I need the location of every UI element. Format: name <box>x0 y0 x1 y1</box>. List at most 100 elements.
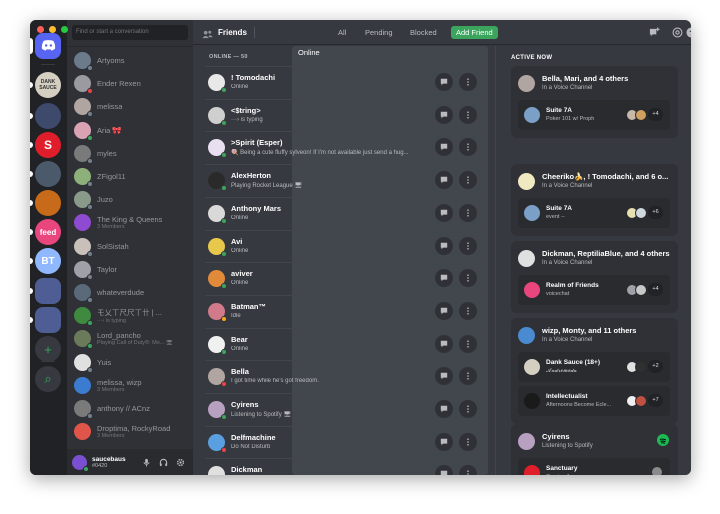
server-icon[interactable] <box>35 278 61 304</box>
search-input[interactable]: Find or start a conversation <box>72 25 188 40</box>
friend-row[interactable]: Delfmachine Do Not Disturb <box>205 425 485 458</box>
close-window-button[interactable] <box>37 26 44 33</box>
server-icon[interactable] <box>35 307 61 333</box>
more-vertical-icon[interactable] <box>459 465 477 475</box>
mention-icon[interactable] <box>672 27 683 38</box>
mic-icon[interactable] <box>142 458 151 467</box>
explore-icon[interactable]: ⌕ <box>35 366 61 392</box>
activity-card[interactable]: Cheeriko🍌, ! Tomodachi, and 6 o... In a V… <box>511 164 678 236</box>
message-icon[interactable] <box>435 236 453 255</box>
more-vertical-icon[interactable] <box>459 138 477 157</box>
friend-row[interactable]: ! Tomodachi Online <box>205 66 485 98</box>
avatar[interactable] <box>72 454 89 472</box>
message-icon[interactable] <box>435 73 453 91</box>
dm-item[interactable]: Ender Rexen <box>72 73 190 95</box>
server-icon[interactable] <box>35 161 61 187</box>
server-icon[interactable] <box>35 190 61 216</box>
message-icon[interactable] <box>435 465 453 475</box>
friend-row[interactable]: Bear Online <box>205 327 485 360</box>
dm-text: Aria 🎀 <box>97 126 122 135</box>
server-icon[interactable]: DANK SAUCE <box>35 72 61 98</box>
dm-item[interactable]: melissa <box>72 96 190 118</box>
dm-item[interactable]: Aria 🎀 <box>72 120 190 141</box>
gear-icon[interactable] <box>176 458 185 467</box>
add-server-button[interactable]: + <box>35 336 61 362</box>
dm-text: SolSistah <box>97 242 129 251</box>
activity-card[interactable]: Dickman, ReptiliaBlue, and 4 others In a … <box>511 241 678 313</box>
tab-all[interactable]: All <box>333 26 351 39</box>
message-icon[interactable] <box>435 269 453 288</box>
dm-item[interactable]: Droptima, RockyRoad 3 Members <box>72 421 190 442</box>
dm-item[interactable]: The King & Queens 3 Members <box>72 212 190 233</box>
more-vertical-icon[interactable] <box>459 367 477 386</box>
message-icon[interactable] <box>435 334 453 353</box>
tab-blocked[interactable]: Blocked <box>405 26 442 39</box>
home-button[interactable] <box>35 33 61 59</box>
friend-row[interactable]: >Spirit (Esper) 🍭 Being a cute fluffy syl… <box>205 131 485 163</box>
message-icon[interactable] <box>435 105 453 124</box>
activity-card[interactable]: Bella, Mari, and 4 others In a Voice Chan… <box>511 66 678 138</box>
more-vertical-icon[interactable] <box>459 236 477 255</box>
more-vertical-icon[interactable] <box>459 269 477 288</box>
server-icon[interactable]: BT <box>35 248 61 274</box>
dm-text: melissa, wizp 3 Members <box>97 378 142 393</box>
friend-row[interactable]: Anthony Mars Online <box>205 196 485 229</box>
server-icon[interactable]: feed <box>35 219 61 245</box>
more-vertical-icon[interactable] <box>459 171 477 190</box>
voice-channel[interactable]: Suite 7A event -- +6 <box>518 198 670 228</box>
dm-item[interactable]: myles <box>72 143 190 164</box>
voice-channel[interactable]: Dank Sauce (18+) 𝓐𝓷𝓭𝓻𝓸𝓶𝓮𝓭𝓪 +2 <box>518 352 670 382</box>
dm-item[interactable]: SolSistah <box>72 236 190 257</box>
add-friend-button[interactable]: Add Friend <box>451 26 498 39</box>
dm-item[interactable]: melissa, wizp 3 Members <box>72 375 190 396</box>
dm-item[interactable]: モ乂ㄒ尺尺ㄒ卄 | ... ···› is typing <box>72 305 190 327</box>
activity-card[interactable]: Cyirens Listening to Spotify Sanctuary Gami… <box>511 424 678 475</box>
message-icon[interactable] <box>435 171 453 190</box>
voice-channel[interactable]: Sanctuary Gaming 1 <box>518 458 670 475</box>
more-vertical-icon[interactable] <box>459 400 477 418</box>
dm-item[interactable]: Yuis <box>72 352 190 373</box>
activity-card[interactable]: wizp, Monty, and 11 others In a Voice Cha… <box>511 318 678 424</box>
headphones-icon[interactable] <box>159 458 168 467</box>
more-vertical-icon[interactable] <box>459 432 477 451</box>
friend-row[interactable]: Batman™ Idle <box>205 294 485 327</box>
dm-item[interactable]: ZFigol11 <box>72 166 190 187</box>
friend-row[interactable]: <$tring> ···› is typing <box>205 98 485 131</box>
voice-channel[interactable]: Suite 7A Poker 101 w/ Proph +4 <box>518 100 670 130</box>
minimize-window-button[interactable] <box>49 26 56 33</box>
message-icon[interactable] <box>435 203 453 222</box>
friend-row[interactable]: aviver Online <box>205 262 485 294</box>
status-indicator <box>221 348 227 355</box>
tab-pending[interactable]: Pending <box>360 26 398 39</box>
participant-avatars: +4 <box>626 283 663 296</box>
maximize-window-button[interactable] <box>61 26 68 33</box>
more-vertical-icon[interactable] <box>459 203 477 222</box>
dm-text: Juzo <box>97 195 113 204</box>
message-icon[interactable] <box>435 367 453 386</box>
friend-row[interactable]: Cyirens Listening to Spotify 🖥 <box>205 393 485 425</box>
message-icon[interactable] <box>435 301 453 320</box>
message-icon[interactable] <box>435 400 453 418</box>
dm-item[interactable]: anthony // ACnz <box>72 398 190 419</box>
new-group-dm-icon[interactable] <box>649 27 660 38</box>
more-vertical-icon[interactable] <box>459 105 477 124</box>
server-icon[interactable] <box>35 103 61 129</box>
friend-row[interactable]: Dickman <box>205 458 485 475</box>
more-vertical-icon[interactable] <box>459 334 477 353</box>
dm-item[interactable]: Artyoms <box>72 50 190 71</box>
dm-item[interactable]: Juzo <box>72 189 190 211</box>
help-icon[interactable]: ? <box>686 27 691 38</box>
dm-item[interactable]: Lord_pancho Playing Call of Duty®: Mo... … <box>72 328 190 350</box>
dm-item[interactable]: whateverdude <box>72 282 190 303</box>
more-vertical-icon[interactable] <box>459 301 477 320</box>
message-icon[interactable] <box>435 432 453 451</box>
friend-row[interactable]: Bella I got time while he's got freedom. <box>205 360 485 392</box>
voice-channel[interactable]: Intellectualist Afternoons Become Ecle...… <box>518 386 670 416</box>
friend-row[interactable]: Avi Online <box>205 229 485 262</box>
message-icon[interactable] <box>435 138 453 157</box>
dm-item[interactable]: Taylor <box>72 259 190 280</box>
more-vertical-icon[interactable] <box>459 73 477 91</box>
voice-channel[interactable]: Realm of Friends voicechat +4 <box>518 275 670 305</box>
friend-row[interactable]: AlexHerton Playing Rocket League 🖥 <box>205 164 485 196</box>
server-icon[interactable]: S <box>35 132 61 158</box>
